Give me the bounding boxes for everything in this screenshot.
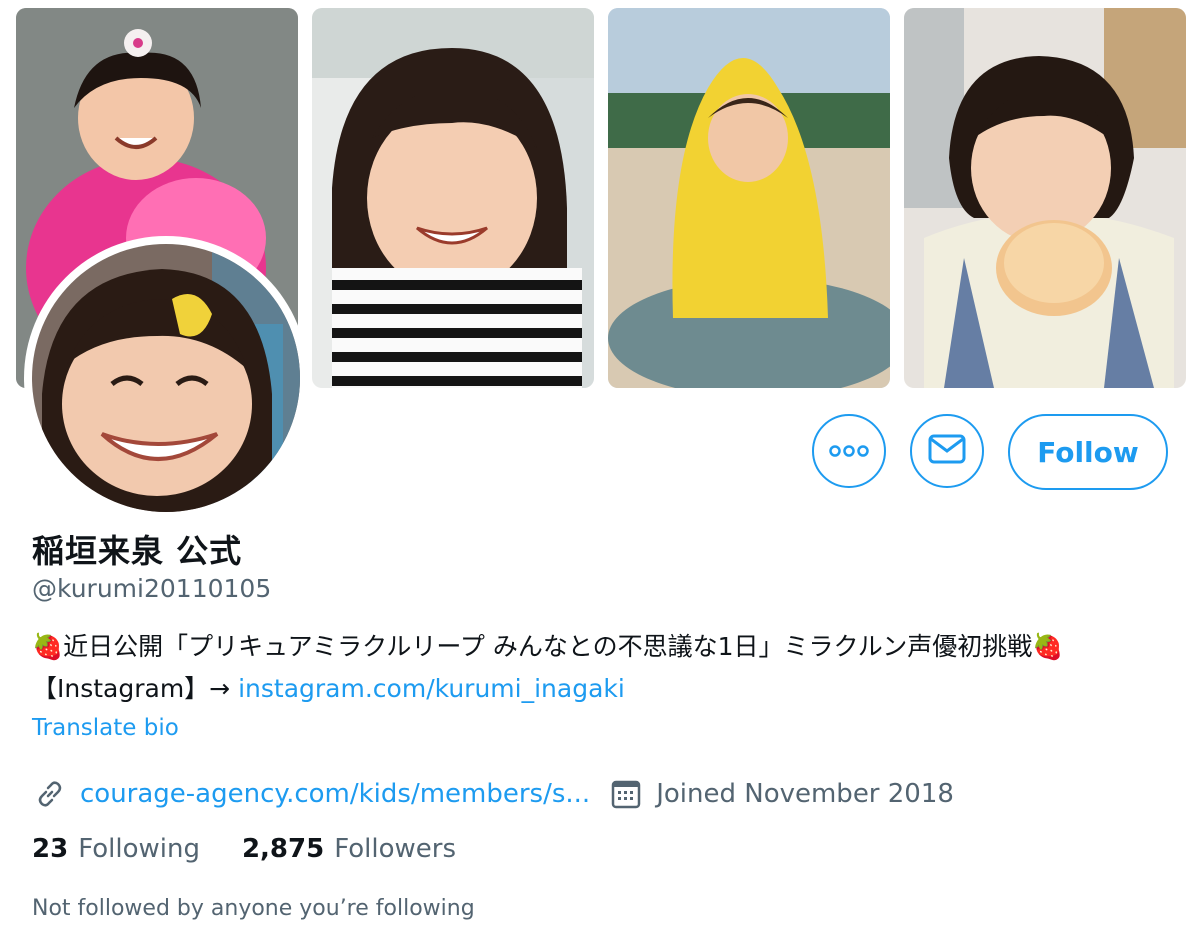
profile-meta: courage-agency.com/kids/members/s... Joi… — [32, 772, 954, 816]
following-label: Following — [78, 834, 200, 864]
follow-stats: 23 Following 2,875 Followers — [32, 834, 456, 864]
avatar[interactable] — [24, 236, 308, 520]
profile-handle: @kurumi20110105 — [32, 574, 272, 603]
followers-stat[interactable]: 2,875 Followers — [242, 834, 456, 864]
banner-photo-2 — [312, 8, 594, 388]
more-icon — [829, 442, 869, 461]
followers-label: Followers — [334, 834, 456, 864]
bio-instagram-link[interactable]: instagram.com/kurumi_inagaki — [238, 674, 625, 703]
profile-bio: 🍓近日公開「プリキュアミラクルリープ みんなとの不思議な1日」ミラクルン声優初挑… — [32, 626, 1182, 710]
joined-date: Joined November 2018 — [608, 776, 954, 812]
translate-bio-link[interactable]: Translate bio — [32, 715, 179, 741]
followers-count: 2,875 — [241, 834, 325, 864]
calendar-icon — [608, 776, 644, 812]
follow-button[interactable]: Follow — [1008, 414, 1168, 490]
banner-photo-3 — [608, 8, 890, 388]
more-button[interactable] — [812, 414, 886, 488]
joined-label: Joined November 2018 — [656, 779, 954, 809]
link-icon — [32, 776, 68, 812]
following-count: 23 — [32, 834, 69, 864]
following-stat[interactable]: 23 Following — [32, 834, 200, 864]
envelope-icon — [928, 434, 966, 468]
banner-photo-4 — [904, 8, 1186, 388]
message-button[interactable] — [910, 414, 984, 488]
avatar-image — [32, 244, 300, 512]
profile-name: 稲垣来泉 公式 — [32, 532, 243, 570]
social-context: Not followed by anyone you’re following — [32, 896, 475, 921]
website-link[interactable]: courage-agency.com/kids/members/s... — [80, 779, 590, 809]
